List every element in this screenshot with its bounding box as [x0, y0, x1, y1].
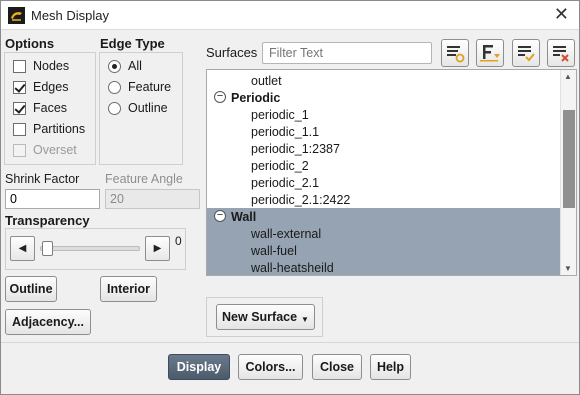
- overset-checkbox: [13, 143, 26, 157]
- edge-type-outline-label: Outline: [128, 101, 168, 115]
- surface-item-label: wall-fuel: [251, 243, 297, 258]
- faces-checkbox[interactable]: [13, 101, 26, 115]
- edge-type-all-label: All: [128, 59, 142, 73]
- surface-item-label: outlet: [251, 73, 282, 88]
- surface-list-item[interactable]: periodic_2.1:2422: [207, 191, 560, 208]
- partitions-label: Partitions: [33, 122, 86, 136]
- close-button[interactable]: Close: [312, 354, 362, 380]
- chevron-down-icon: ▼: [301, 314, 309, 324]
- select-all-button[interactable]: [512, 39, 540, 67]
- overset-label: Overset: [33, 143, 77, 157]
- surface-list-item[interactable]: periodic_2: [207, 157, 560, 174]
- new-surface-button[interactable]: New Surface ▼: [216, 304, 315, 330]
- surface-item-label: periodic_1:2387: [251, 141, 340, 156]
- surface-item-label: periodic_2.1: [251, 175, 320, 190]
- scroll-up-icon[interactable]: ▲: [564, 72, 572, 81]
- shrink-factor-label: Shrink Factor: [5, 172, 80, 186]
- display-button[interactable]: Display: [168, 354, 230, 380]
- title-bar: Mesh Display ✕: [1, 1, 579, 30]
- edge-type-outline-radio[interactable]: [108, 101, 121, 115]
- interior-button[interactable]: Interior: [100, 276, 157, 302]
- surface-list-item[interactable]: wall-external: [207, 225, 560, 242]
- collapse-icon[interactable]: −: [214, 210, 226, 222]
- surface-item-label: periodic_1.1: [251, 124, 320, 139]
- select-all-icon: [518, 46, 535, 62]
- edge-type-group: All Feature Outline: [99, 52, 183, 165]
- surface-list-item[interactable]: periodic_1: [207, 106, 560, 123]
- edges-label: Edges: [33, 80, 69, 94]
- partitions-checkbox-row[interactable]: Partitions: [13, 120, 85, 138]
- select-list-button[interactable]: [441, 39, 469, 67]
- surface-list-item[interactable]: outlet: [207, 72, 560, 89]
- slider-right-arrow[interactable]: ▶: [145, 236, 170, 261]
- partitions-checkbox[interactable]: [13, 122, 26, 136]
- faces-checkbox-row[interactable]: Faces: [13, 99, 67, 117]
- edge-type-all-row[interactable]: All: [108, 57, 142, 75]
- bottom-divider: [1, 342, 579, 343]
- faces-label: Faces: [33, 101, 68, 115]
- surface-item-label: wall-heatsheild: [251, 260, 334, 275]
- help-button[interactable]: Help: [370, 354, 411, 380]
- window-title: Mesh Display: [31, 8, 110, 23]
- deselect-all-button[interactable]: [547, 39, 575, 67]
- mesh-display-dialog: Mesh Display ✕ Options Nodes Edges Faces…: [0, 0, 580, 395]
- feature-angle-input: [105, 189, 200, 209]
- scroll-down-icon[interactable]: ▼: [564, 264, 572, 273]
- nodes-label: Nodes: [33, 59, 70, 73]
- close-icon[interactable]: ✕: [554, 4, 569, 25]
- options-label: Options: [5, 36, 55, 51]
- options-group: Nodes Edges Faces Partitions Overset: [4, 52, 96, 165]
- colors-button[interactable]: Colors...: [238, 354, 303, 380]
- edge-type-all-radio[interactable]: [108, 59, 121, 73]
- collapse-icon[interactable]: −: [214, 91, 226, 103]
- transparency-value: 0: [175, 234, 182, 248]
- surface-item-label: wall-external: [251, 226, 322, 241]
- edge-type-feature-label: Feature: [128, 80, 172, 94]
- surface-group-label: Wall: [231, 209, 257, 224]
- overset-checkbox-row: Overset: [13, 141, 77, 159]
- surface-item-label: periodic_2.1:2422: [251, 192, 351, 207]
- surfaces-list[interactable]: outlet − Periodic periodic_1 periodic_1.1 per…: [206, 69, 577, 276]
- list-scrollbar[interactable]: ▲ ▼: [560, 70, 576, 275]
- surface-group-row[interactable]: − Periodic: [207, 89, 560, 106]
- left-arrow-icon: ◀: [18, 243, 27, 254]
- surface-item-label: periodic_2: [251, 158, 309, 173]
- filter-type-icon: [480, 45, 500, 62]
- edges-checkbox[interactable]: [13, 80, 26, 94]
- transparency-label: Transparency: [5, 213, 90, 228]
- surface-group-label: Periodic: [231, 90, 281, 105]
- surfaces-label: Surfaces: [206, 45, 258, 60]
- transparency-slider-thumb[interactable]: [42, 241, 53, 256]
- new-surface-label: New Surface: [222, 310, 298, 324]
- feature-angle-label: Feature Angle: [105, 172, 183, 186]
- adjacency-button[interactable]: Adjacency...: [5, 309, 91, 335]
- surface-list-item[interactable]: periodic_1.1: [207, 123, 560, 140]
- transparency-group: ◀ ▶: [5, 228, 186, 270]
- edge-type-outline-row[interactable]: Outline: [108, 99, 168, 117]
- scrollbar-thumb[interactable]: [563, 110, 575, 208]
- surface-list-item[interactable]: periodic_1:2387: [207, 140, 560, 157]
- edges-checkbox-row[interactable]: Edges: [13, 78, 68, 96]
- transparency-slider[interactable]: [40, 246, 140, 251]
- app-icon: [8, 7, 25, 24]
- new-surface-group: New Surface ▼: [206, 297, 323, 337]
- outline-button[interactable]: Outline: [5, 276, 57, 302]
- filter-type-button[interactable]: [476, 39, 504, 67]
- edge-type-label: Edge Type: [100, 36, 165, 51]
- shrink-factor-input[interactable]: [5, 189, 100, 209]
- surface-list-item[interactable]: periodic_2.1: [207, 174, 560, 191]
- filter-text-input[interactable]: [262, 42, 432, 64]
- slider-left-arrow[interactable]: ◀: [10, 236, 35, 261]
- surface-list-item[interactable]: wall-heatsheild: [207, 259, 560, 275]
- surface-list-item[interactable]: wall-fuel: [207, 242, 560, 259]
- nodes-checkbox-row[interactable]: Nodes: [13, 57, 69, 75]
- right-arrow-icon: ▶: [153, 243, 162, 254]
- surface-item-label: periodic_1: [251, 107, 309, 122]
- deselect-all-icon: [553, 46, 569, 62]
- surface-group-row[interactable]: − Wall: [207, 208, 560, 225]
- edge-type-feature-radio[interactable]: [108, 80, 121, 94]
- nodes-checkbox[interactable]: [13, 59, 26, 73]
- select-list-icon: [447, 46, 465, 63]
- edge-type-feature-row[interactable]: Feature: [108, 78, 171, 96]
